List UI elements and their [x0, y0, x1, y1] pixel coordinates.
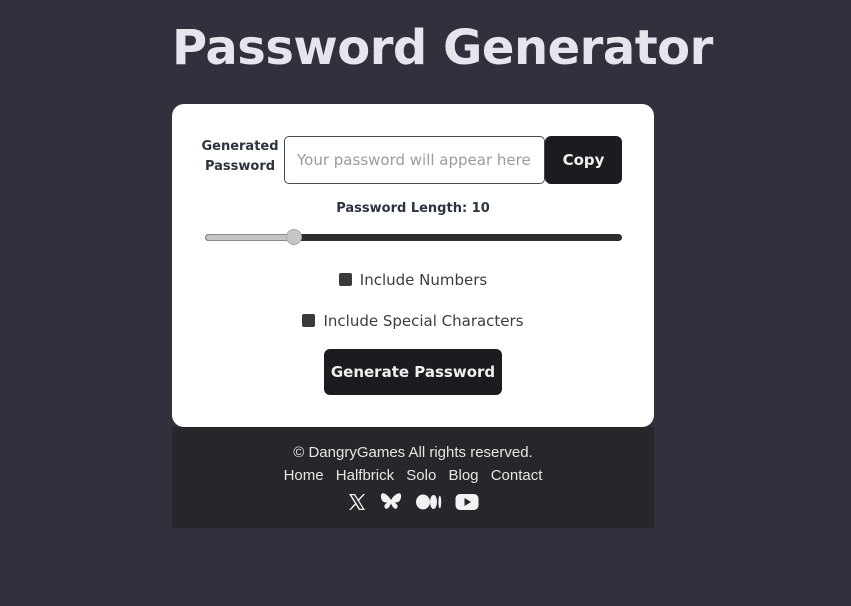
bluesky-icon[interactable] [380, 492, 402, 516]
page-title: Password Generator [172, 20, 713, 76]
include-special-checkbox[interactable] [302, 314, 316, 327]
copy-button[interactable]: Copy [545, 136, 622, 184]
include-numbers-label: Include Numbers [359, 271, 488, 289]
medium-icon[interactable] [415, 493, 442, 515]
footer-link-blog[interactable]: Blog [449, 467, 479, 484]
include-special-row[interactable]: Include Special Characters [172, 312, 654, 330]
footer: © DangryGames All rights reserved. Home … [172, 427, 654, 528]
copyright-text: © DangryGames All rights reserved. [293, 444, 533, 461]
generator-card: Generated Password Copy Password Length:… [172, 104, 654, 427]
slider-thumb[interactable] [286, 229, 302, 245]
include-numbers-row[interactable]: Include Numbers [172, 271, 654, 289]
footer-links: Home Halfbrick Solo Blog Contact [172, 467, 654, 484]
include-special-label: Include Special Characters [323, 312, 524, 330]
x-icon[interactable] [347, 492, 367, 516]
length-slider[interactable] [205, 229, 622, 245]
slider-fill [205, 234, 294, 241]
footer-link-solo[interactable]: Solo [406, 467, 436, 484]
length-label: Password Length: 10 [336, 201, 490, 216]
footer-link-contact[interactable]: Contact [491, 467, 543, 484]
generate-password-button[interactable]: Generate Password [324, 349, 502, 395]
include-numbers-checkbox[interactable] [338, 273, 352, 286]
youtube-icon[interactable] [455, 493, 479, 515]
footer-link-home[interactable]: Home [284, 467, 324, 484]
footer-link-halfbrick[interactable]: Halfbrick [336, 467, 394, 484]
social-links [172, 492, 654, 516]
password-label: Generated Password [201, 139, 279, 174]
password-output-field[interactable] [284, 136, 545, 184]
